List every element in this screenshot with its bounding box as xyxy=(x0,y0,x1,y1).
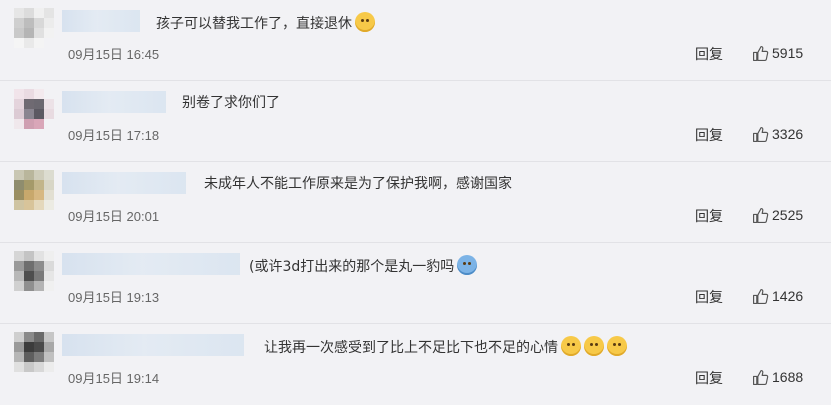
like-button[interactable]: 5915 xyxy=(752,43,803,63)
reply-button[interactable]: 回复 xyxy=(695,125,723,145)
doge-emoji-icon xyxy=(561,336,581,356)
reply-button[interactable]: 回复 xyxy=(695,368,723,388)
avatar[interactable] xyxy=(14,251,54,291)
comment-date: 09月15日 19:14 xyxy=(68,371,160,386)
comment-date: 09月15日 17:18 xyxy=(68,128,160,143)
username-blurred[interactable] xyxy=(62,10,140,32)
like-button[interactable]: 2525 xyxy=(752,205,803,225)
thumbs-up-icon xyxy=(753,288,769,304)
like-count: 1688 xyxy=(772,369,804,385)
comment-text-content: 别卷了求你们了 xyxy=(182,95,280,111)
comment-date: 09月15日 19:13 xyxy=(68,290,160,305)
comment-text-content: 让我再一次感受到了比上不足比下也不足的心情 xyxy=(264,340,558,356)
thumbs-up-icon xyxy=(753,369,769,385)
avatar[interactable] xyxy=(14,8,54,48)
doge-emoji-icon xyxy=(584,336,604,356)
comment-text: 孩子可以替我工作了，直接退休 xyxy=(156,12,375,34)
comment-text: 让我再一次感受到了比上不足比下也不足的心情 xyxy=(264,336,627,358)
username-blurred[interactable] xyxy=(62,253,240,275)
comment-item: 孩子可以替我工作了，直接退休 09月15日 16:45 回复 5915 xyxy=(0,0,831,81)
comment-item: 让我再一次感受到了比上不足比下也不足的心情 09月15日 19:14 回复 16… xyxy=(0,324,831,405)
avatar[interactable] xyxy=(14,332,54,372)
cry-emoji-icon xyxy=(457,255,478,275)
like-button[interactable]: 3326 xyxy=(752,124,803,144)
thumbs-up-icon xyxy=(753,45,769,61)
comment-text: 别卷了求你们了 xyxy=(182,93,280,113)
reply-button[interactable]: 回复 xyxy=(695,44,723,64)
comment-item: 未成年人不能工作原来是为了保护我啊，感谢国家 09月15日 20:01 回复 2… xyxy=(0,162,831,243)
thumbs-up-icon xyxy=(753,126,769,142)
comment-date: 09月15日 20:01 xyxy=(68,209,160,224)
like-button[interactable]: 1426 xyxy=(752,286,803,306)
like-count: 3326 xyxy=(772,126,804,142)
comment-item: (或许3d打出来的那个是丸一豹吗 09月15日 19:13 回复 1426 xyxy=(0,243,831,324)
comment-text: (或许3d打出来的那个是丸一豹吗 xyxy=(249,255,478,277)
comment-text-content: 未成年人不能工作原来是为了保护我啊，感谢国家 xyxy=(204,176,512,192)
doge-emoji-icon xyxy=(607,336,627,356)
comment-text: 未成年人不能工作原来是为了保护我啊，感谢国家 xyxy=(204,174,512,194)
like-button[interactable]: 1688 xyxy=(752,367,803,387)
like-count: 2525 xyxy=(772,207,804,223)
thumbs-up-icon xyxy=(753,207,769,223)
like-count: 1426 xyxy=(772,288,804,304)
comment-item: 别卷了求你们了 09月15日 17:18 回复 3326 xyxy=(0,81,831,162)
reply-button[interactable]: 回复 xyxy=(695,287,723,307)
username-blurred[interactable] xyxy=(62,172,186,194)
username-blurred[interactable] xyxy=(62,334,244,356)
like-count: 5915 xyxy=(772,45,804,61)
username-blurred[interactable] xyxy=(62,91,166,113)
reply-button[interactable]: 回复 xyxy=(695,206,723,226)
comment-text-content: 孩子可以替我工作了，直接退休 xyxy=(156,16,352,32)
avatar[interactable] xyxy=(14,170,54,210)
doge-emoji-icon xyxy=(355,12,375,32)
comment-date: 09月15日 16:45 xyxy=(68,47,160,62)
comment-text-content: (或许3d打出来的那个是丸一豹吗 xyxy=(249,259,455,275)
avatar[interactable] xyxy=(14,89,54,129)
